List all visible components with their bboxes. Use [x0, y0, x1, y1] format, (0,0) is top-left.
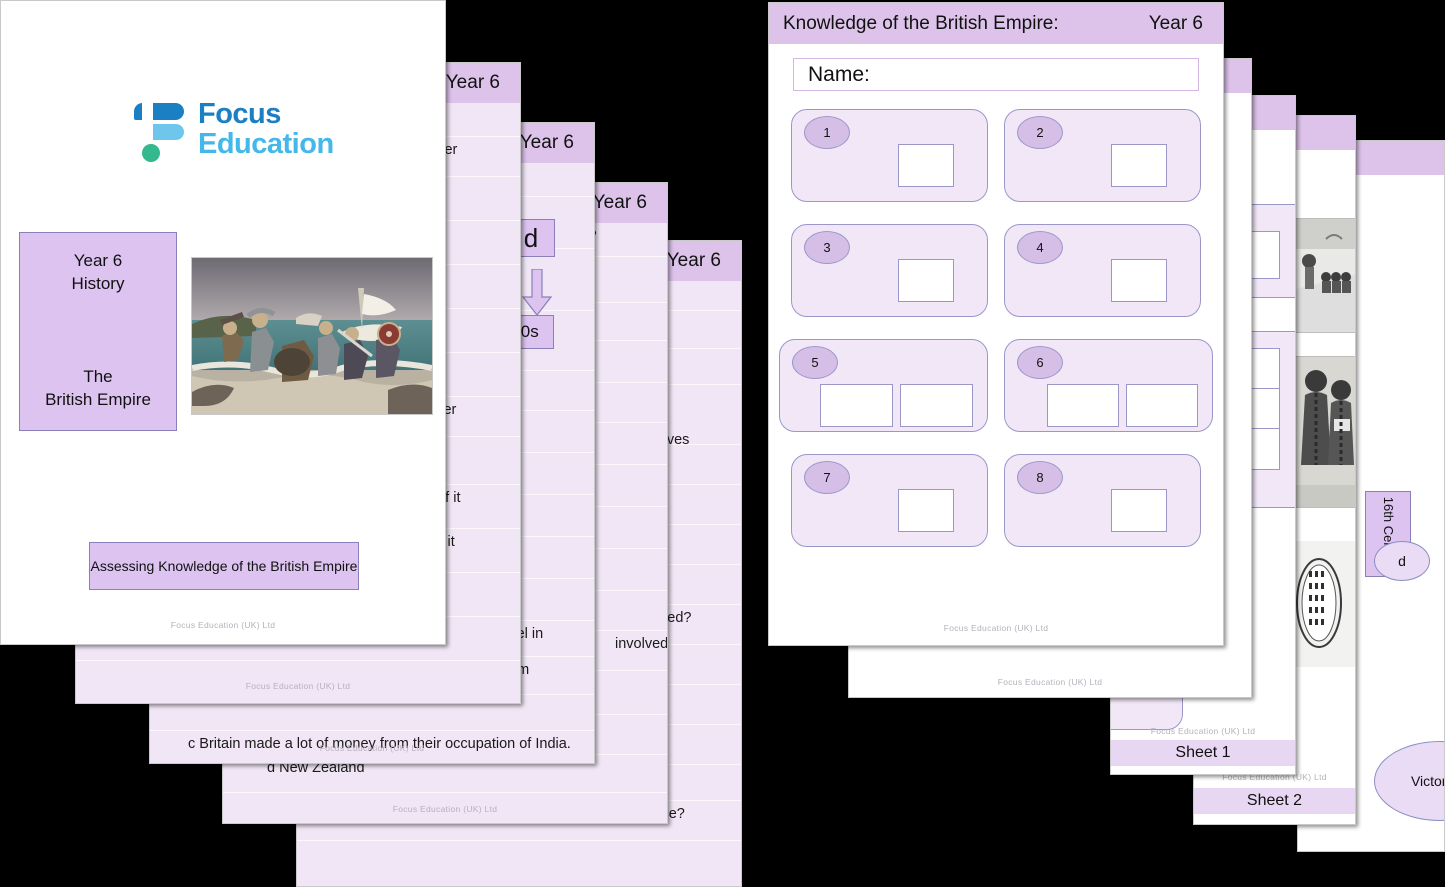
cover-footer: Focus Education (UK) Ltd — [1, 620, 445, 630]
card-number-bubble: 2 — [1017, 116, 1063, 149]
century-bubble: d — [1374, 541, 1430, 581]
answer-box[interactable] — [820, 384, 893, 427]
answer-box[interactable] — [900, 384, 973, 427]
victoria-ellipse: Victoria n — [1374, 741, 1445, 821]
viking-battle-svg — [192, 258, 432, 414]
logo-word-education: Education — [198, 128, 334, 161]
quiz-d-year: Year 6 — [667, 250, 727, 272]
sheet-1-label: Sheet 1 — [1111, 740, 1295, 766]
assessment-year: Year 6 — [1149, 13, 1209, 35]
card-number-bubble: 8 — [1017, 461, 1063, 494]
quiz-c-year: Year 6 — [593, 192, 653, 214]
chained-men-photo — [1295, 356, 1356, 508]
cover-assessment-label: Assessing Knowledge of the British Empir… — [89, 542, 359, 590]
assessment-front-sheet[interactable]: Knowledge of the British Empire: Year 6 … — [768, 2, 1224, 646]
quiz-a-footer: Focus Education (UK) Ltd — [76, 681, 520, 691]
name-field[interactable]: Name: — [793, 58, 1199, 91]
card-number-bubble: 4 — [1017, 231, 1063, 264]
cover-illustration — [191, 257, 433, 415]
engraving-svg — [1296, 219, 1356, 332]
answer-box[interactable] — [1047, 384, 1119, 427]
slave-market-photo — [1295, 218, 1356, 333]
down-arrow-icon — [521, 269, 553, 317]
card-number-bubble: 7 — [804, 461, 850, 494]
cover-year-subject: Year 6 History — [72, 250, 125, 296]
answer-box-pair — [1047, 384, 1198, 427]
ship-diagram-photo — [1295, 541, 1355, 667]
ship-diagram-svg — [1295, 541, 1355, 667]
answer-box[interactable] — [1111, 144, 1167, 187]
answer-card-2[interactable]: 2 — [1004, 109, 1201, 202]
assessment-footer: Focus Education (UK) Ltd — [769, 623, 1223, 633]
assessment-header: Knowledge of the British Empire: Year 6 — [769, 3, 1223, 44]
answer-card-4[interactable]: 4 — [1004, 224, 1201, 317]
screenshot-stage: 16th Century d Victoria n — [0, 0, 1445, 887]
answer-card-5[interactable]: 5 — [779, 339, 988, 432]
quiz-a-year: Year 6 — [446, 72, 506, 94]
chained-men-svg — [1296, 357, 1356, 507]
card-number-bubble: 5 — [792, 346, 838, 379]
card-number-bubble: 1 — [804, 116, 850, 149]
answer-card-3[interactable]: 3 — [791, 224, 988, 317]
answer-card-6[interactable]: 6 — [1004, 339, 1213, 432]
logo-word-focus: Focus — [198, 98, 281, 131]
card-number-bubble: 6 — [1017, 346, 1063, 379]
answer-box[interactable] — [898, 489, 954, 532]
sheet-2-label: Sheet 2 — [1194, 788, 1355, 814]
answer-card-7[interactable]: 7 — [791, 454, 988, 547]
answer-box[interactable] — [898, 144, 954, 187]
name-label: Name: — [808, 63, 870, 87]
cover-title-box: Year 6 History The British Empire — [19, 232, 177, 431]
logo-mark-stem — [142, 103, 153, 143]
assessment-title: Knowledge of the British Empire: — [783, 13, 1059, 35]
answer-card-grid: 1 2 3 4 5 6 — [791, 109, 1201, 547]
logo-mark-green-dot — [142, 144, 160, 162]
answer-cards-footer: Focus Education (UK) Ltd — [1111, 726, 1295, 736]
answer-box[interactable] — [898, 259, 954, 302]
cover-topic: The British Empire — [45, 366, 151, 412]
mid-sheet-footer: Focus Education (UK) Ltd — [849, 677, 1251, 687]
answer-box[interactable] — [1111, 259, 1167, 302]
quiz-c-footer: Focus Education (UK) Ltd — [223, 804, 667, 814]
card-number-bubble: 3 — [804, 231, 850, 264]
answer-card-1[interactable]: 1 — [791, 109, 988, 202]
answer-box-pair — [820, 384, 973, 427]
answer-box[interactable] — [1126, 384, 1198, 427]
quiz-b-year: Year 6 — [520, 132, 580, 154]
focus-education-logo: Focus Education — [128, 97, 324, 167]
answer-card-8[interactable]: 8 — [1004, 454, 1201, 547]
quiz-b-footer: Focus Education (UK) Ltd — [150, 743, 594, 753]
answer-box[interactable] — [1111, 489, 1167, 532]
cover-page[interactable]: Focus Education Year 6 History The Briti… — [0, 0, 446, 645]
